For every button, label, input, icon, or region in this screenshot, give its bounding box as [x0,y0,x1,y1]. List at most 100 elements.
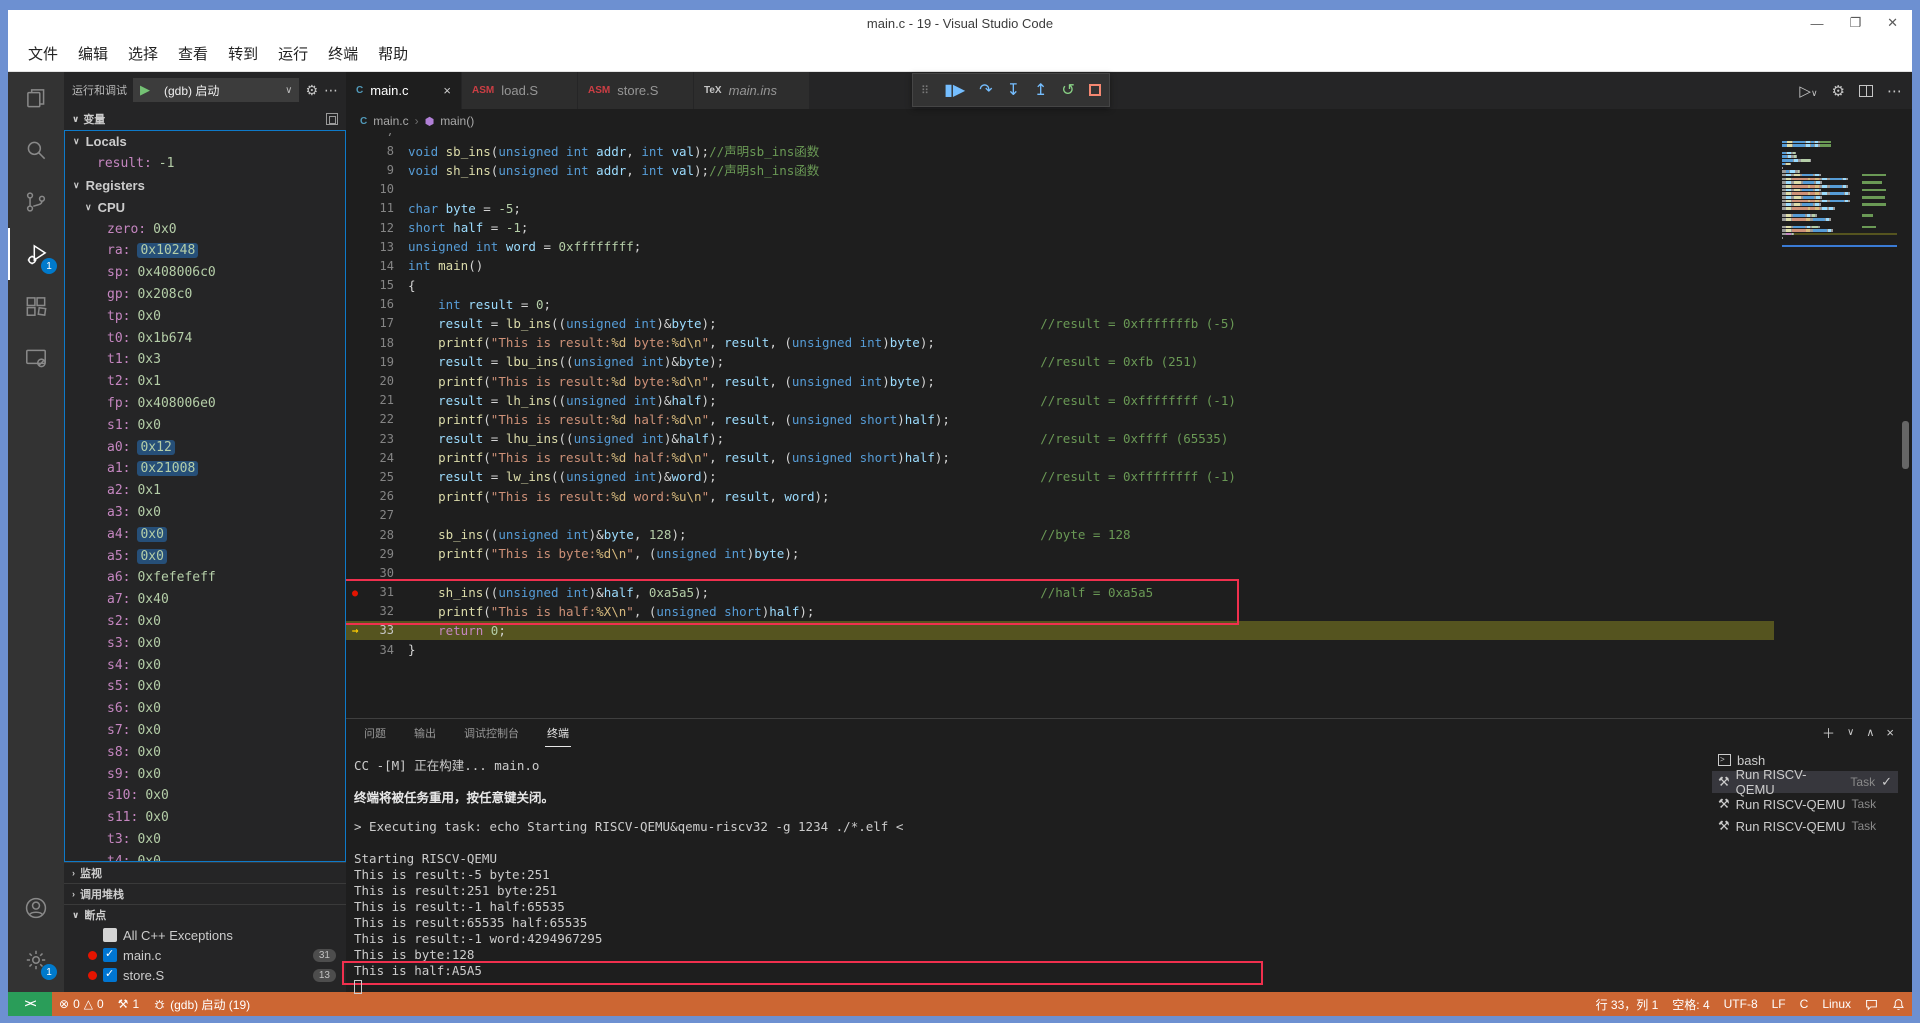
debug-gear-icon[interactable]: ⚙ [305,82,318,99]
editor-more-icon[interactable]: ⋯ [1887,82,1902,100]
close-panel-icon[interactable]: × [1886,725,1894,740]
variable-row-a0[interactable]: a0:0x12 [65,436,345,458]
step-out-icon[interactable]: ↥ [1034,80,1047,100]
variable-row-s11[interactable]: s11:0x0 [65,807,345,829]
remote-indicator[interactable]: >< [8,992,52,1016]
breakpoint-row-store.S[interactable]: store.S13 [64,965,346,985]
run-or-debug-icon[interactable]: ▷∨ [1799,82,1817,100]
running-tasks-status[interactable]: ⚒ 1 [111,992,146,1016]
menu-item-终端[interactable]: 终端 [320,39,366,68]
gutter-glyph-margin[interactable]: → [346,624,364,637]
variable-row-tp[interactable]: tp:0x0 [65,305,345,327]
tree-group-Locals[interactable]: ∨Locals [65,131,345,153]
panel-tab-终端[interactable]: 终端 [545,720,571,747]
variable-row-s2[interactable]: s2:0x0 [65,611,345,633]
debug-session-status[interactable]: (gdb) 启动 (19) [146,992,257,1016]
menu-item-文件[interactable]: 文件 [20,39,66,68]
tree-group-CPU[interactable]: ∨CPU [65,196,345,218]
status-os[interactable]: Linux [1815,992,1858,1016]
status-indentation[interactable]: 空格: 4 [1665,992,1716,1016]
tab-main.ins[interactable]: TeXmain.ins [694,72,810,109]
breakpoint-checkbox[interactable] [103,928,117,942]
variable-row-s8[interactable]: s8:0x0 [65,741,345,763]
restart-icon[interactable]: ↺ [1061,80,1074,100]
breakpoint-row-All-C-Exceptions[interactable]: All C++ Exceptions [64,925,346,945]
tab-store.S[interactable]: ASMstore.S [578,72,694,109]
tab-load.S[interactable]: ASMload.S [462,72,578,109]
source-control-icon[interactable] [8,176,64,228]
callstack-section-header[interactable]: › 调用堆栈 [64,883,346,904]
stop-icon[interactable] [1089,84,1101,96]
terminal-list-item-2[interactable]: ⚒Run RISCV-QEMUTask [1712,793,1898,815]
variable-row-sp[interactable]: sp:0x408006c0 [65,262,345,284]
variable-row-zero[interactable]: zero:0x0 [65,218,345,240]
maximize-panel-icon[interactable]: ∧ [1866,726,1874,739]
panel-tab-输出[interactable]: 输出 [412,720,438,746]
debug-start-icon[interactable]: ▶ [140,82,150,98]
tree-group-Registers[interactable]: ∨Registers [65,175,345,197]
variable-row-s5[interactable]: s5:0x0 [65,676,345,698]
editor-scrollbar[interactable] [1902,421,1909,469]
menu-item-编辑[interactable]: 编辑 [70,39,116,68]
remote-explorer-icon[interactable] [8,332,64,384]
breakpoint-checkbox[interactable] [103,968,117,982]
breakpoints-section-header[interactable]: ∨ 断点 [64,904,346,925]
variable-row-a4[interactable]: a4:0x0 [65,523,345,545]
variable-row-a1[interactable]: a1:0x21008 [65,458,345,480]
variable-row-t4[interactable]: t4:0x0 [65,850,345,862]
variable-row-ra[interactable]: ra:0x10248 [65,240,345,262]
restore-button[interactable]: ❐ [1849,15,1861,31]
new-terminal-icon[interactable]: ＋ [1822,723,1835,742]
menu-item-查看[interactable]: 查看 [170,39,216,68]
feedback-icon[interactable] [1858,992,1885,1016]
variable-row-s6[interactable]: s6:0x0 [65,698,345,720]
variable-row-a3[interactable]: a3:0x0 [65,502,345,524]
continue-icon[interactable]: ▮▶ [944,80,965,100]
breadcrumb-file[interactable]: main.c [373,114,408,128]
terminal-list-item-3[interactable]: ⚒Run RISCV-QEMUTask [1712,815,1898,837]
notifications-bell-icon[interactable] [1885,992,1912,1016]
variable-row-fp[interactable]: fp:0x408006e0 [65,393,345,415]
variable-row-s10[interactable]: s10:0x0 [65,785,345,807]
panel-tab-调试控制台[interactable]: 调试控制台 [462,720,521,746]
problems-status[interactable]: ⊗ 0 △ 0 [52,992,111,1016]
split-editor-icon[interactable] [1859,85,1873,97]
variable-row-s7[interactable]: s7:0x0 [65,720,345,742]
status-encoding[interactable]: UTF-8 [1717,992,1765,1016]
explorer-icon[interactable] [8,72,64,124]
variable-row-s4[interactable]: s4:0x0 [65,654,345,676]
minimize-button[interactable]: — [1810,16,1823,31]
tab-close-icon[interactable]: × [443,83,451,98]
variable-row-t1[interactable]: t1:0x3 [65,349,345,371]
editor-gear-icon[interactable]: ⚙ [1832,82,1845,100]
run-and-debug-icon[interactable]: 1 [8,228,64,280]
breadcrumb[interactable]: C main.c › ⬢ main() [346,109,1912,133]
menu-item-转到[interactable]: 转到 [220,39,266,68]
accounts-icon[interactable] [8,882,64,934]
panel-tab-问题[interactable]: 问题 [362,720,388,746]
step-over-icon[interactable]: ↷ [979,80,992,100]
status-language-mode[interactable]: C [1793,992,1816,1016]
drag-handle[interactable]: ⠿ [921,84,930,97]
menu-item-帮助[interactable]: 帮助 [370,39,416,68]
menu-item-运行[interactable]: 运行 [270,39,316,68]
variable-row-a6[interactable]: a6:0xfefefeff [65,567,345,589]
panel-toggle-icon[interactable] [326,113,338,125]
extensions-icon[interactable] [8,280,64,332]
breadcrumb-symbol[interactable]: main() [440,114,474,128]
variable-row-result[interactable]: result:-1 [65,153,345,175]
variable-row-s3[interactable]: s3:0x0 [65,632,345,654]
variable-row-a2[interactable]: a2:0x1 [65,480,345,502]
debug-config-select[interactable]: ▶ (gdb) 启动 ∨ [133,78,299,102]
variable-row-a7[interactable]: a7:0x40 [65,589,345,611]
variable-row-t0[interactable]: t0:0x1b674 [65,327,345,349]
code-editor[interactable]: 78void sb_ins(unsigned int addr, int val… [346,133,1912,718]
watch-section-header[interactable]: › 监视 [64,862,346,883]
status-cursor-position[interactable]: 行 33，列 1 [1589,992,1666,1016]
settings-gear-icon[interactable]: 1 [8,934,64,986]
menu-item-选择[interactable]: 选择 [120,39,166,68]
status-eol[interactable]: LF [1765,992,1793,1016]
minimap[interactable] [1782,137,1897,240]
variable-row-gp[interactable]: gp:0x208c0 [65,284,345,306]
terminal-output[interactable]: CC -[M] 正在构建... main.o终端将被任务重用，按任意键关闭。> … [354,755,903,995]
